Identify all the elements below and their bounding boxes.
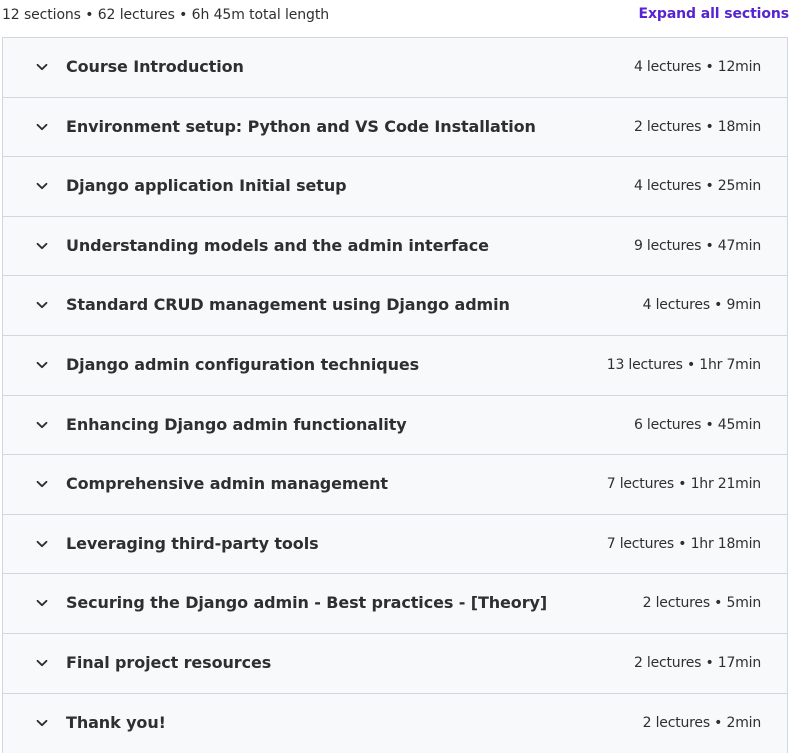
section-title: Final project resources <box>66 652 272 672</box>
section-lecture-count: 6 lectures • 45min <box>633 416 761 433</box>
section-row[interactable]: Environment setup: Python and VS Code In… <box>3 97 787 158</box>
chevron-down-icon <box>35 656 49 670</box>
section-row[interactable]: Leveraging third-party tools 7 lectures … <box>3 514 787 575</box>
expand-all-sections-button[interactable]: Expand all sections <box>639 6 790 22</box>
section-lecture-count: 7 lectures • 1hr 18min <box>606 535 761 552</box>
section-title: Standard CRUD management using Django ad… <box>66 295 510 315</box>
section-lecture-count: 4 lectures • 12min <box>633 59 761 75</box>
section-lecture-count: 2 lectures • 5min <box>642 595 762 612</box>
section-row[interactable]: Thank you! 2 lectures • 2min <box>3 693 787 753</box>
section-title: Thank you! <box>66 712 166 732</box>
chevron-down-icon <box>35 477 49 491</box>
section-title: Leveraging third-party tools <box>66 533 319 553</box>
section-lecture-count: 2 lectures • 2min <box>642 714 762 731</box>
chevron-down-icon <box>35 358 49 372</box>
section-lecture-count: 13 lectures • 1hr 7min <box>606 356 761 373</box>
chevron-down-icon <box>35 60 49 74</box>
section-title: Understanding models and the admin inter… <box>66 235 489 255</box>
chevron-down-icon <box>35 418 49 432</box>
section-title: Course Introduction <box>66 57 244 76</box>
section-row[interactable]: Final project resources 2 lectures • 17m… <box>3 633 787 694</box>
section-row[interactable]: Django admin configuration techniques 13… <box>3 335 787 396</box>
chevron-down-icon <box>35 239 49 253</box>
chevron-down-icon <box>35 537 49 551</box>
chevron-down-icon <box>35 596 49 610</box>
section-lecture-count: 4 lectures • 25min <box>633 178 761 195</box>
section-row[interactable]: Enhancing Django admin functionality 6 l… <box>3 395 787 456</box>
chevron-down-icon <box>35 716 49 730</box>
section-title: Securing the Django admin - Best practic… <box>66 593 548 613</box>
section-lecture-count: 2 lectures • 18min <box>633 118 761 135</box>
section-title: Django admin configuration techniques <box>66 354 420 374</box>
section-lecture-count: 9 lectures • 47min <box>633 237 761 254</box>
course-curriculum-page: 12 sections • 62 lectures • 6h 45m total… <box>0 0 791 753</box>
section-title: Enhancing Django admin functionality <box>66 414 407 434</box>
section-row[interactable]: Django application Initial setup 4 lectu… <box>3 157 787 217</box>
section-row[interactable]: Standard CRUD management using Django ad… <box>3 276 787 336</box>
section-title: Comprehensive admin management <box>66 474 388 494</box>
section-lecture-count: 4 lectures • 9min <box>642 297 762 314</box>
chevron-down-icon <box>35 298 49 312</box>
section-title: Django application Initial setup <box>66 176 347 196</box>
section-lecture-count: 7 lectures • 1hr 21min <box>606 476 761 493</box>
section-row[interactable]: Understanding models and the admin inter… <box>3 216 787 277</box>
section-row[interactable]: Course Introduction 4 lectures • 12min <box>3 38 787 98</box>
section-lecture-count: 2 lectures • 17min <box>633 654 761 671</box>
curriculum-section-list: Course Introduction 4 lectures • 12min E… <box>2 37 788 753</box>
chevron-down-icon <box>35 179 49 193</box>
section-row[interactable]: Securing the Django admin - Best practic… <box>3 574 787 634</box>
chevron-down-icon <box>35 120 49 134</box>
curriculum-summary: 12 sections • 62 lectures • 6h 45m total… <box>2 7 330 23</box>
section-row[interactable]: Comprehensive admin management 7 lecture… <box>3 455 787 515</box>
curriculum-summary-bar: 12 sections • 62 lectures • 6h 45m total… <box>0 0 791 32</box>
section-title: Environment setup: Python and VS Code In… <box>66 116 536 136</box>
